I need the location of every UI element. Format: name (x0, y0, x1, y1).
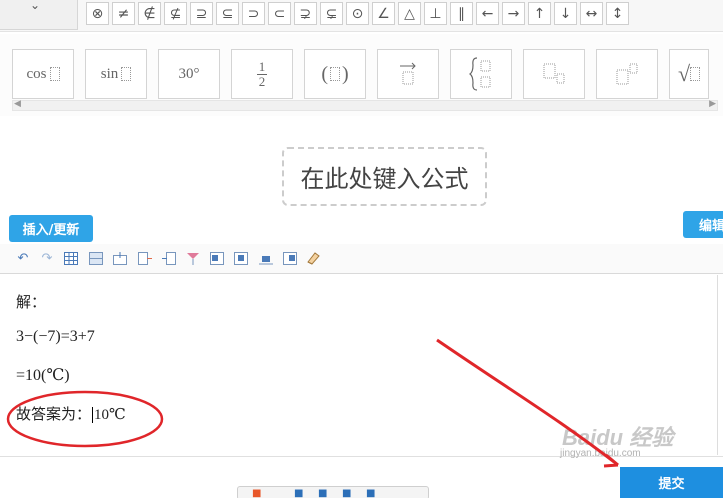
vector-template-button[interactable] (377, 49, 439, 99)
solution-heading: 解： (16, 293, 47, 311)
not-equal-icon[interactable]: ≠ (112, 2, 135, 25)
formula-line-1: 3−(−7)=3+7 (16, 328, 95, 345)
paren-close: ) (342, 62, 349, 85)
symbol-category-tab[interactable]: ⌄ (0, 0, 78, 30)
angle-icon[interactable]: ∠ (372, 2, 395, 25)
taskbar-icon-2[interactable]: ■ (318, 488, 327, 498)
superset-equal-icon[interactable]: ⊇ (190, 2, 213, 25)
template-scrollbar[interactable]: ◀ ▶ (12, 99, 718, 111)
insert-column-icon[interactable] (137, 250, 153, 266)
circled-times-icon[interactable]: ⊗ (86, 2, 109, 25)
circled-dot-icon[interactable]: ⊙ (346, 2, 369, 25)
editor-toolbar: ↶ ↷ (0, 244, 723, 274)
arrow-down-icon[interactable]: ↓ (554, 2, 577, 25)
superset-icon[interactable]: ⊃ (242, 2, 265, 25)
placeholder-box-icon (49, 67, 60, 81)
cos-template-button[interactable]: cos (12, 49, 74, 99)
placeholder-box-icon (330, 67, 340, 81)
arrow-left-icon[interactable]: ← (476, 2, 499, 25)
subset-equal-icon[interactable]: ⊆ (216, 2, 239, 25)
symbol-row: ⊗ ≠ ∉ ⊈ ⊇ ⊆ ⊃ ⊂ ⊋ ⊊ ⊙ ∠ △ ⊥ ∥ ← → ↑ ↓ ↔ ↕ (86, 2, 631, 25)
parallel-icon[interactable]: ∥ (450, 2, 473, 25)
fraction-template-button[interactable]: 1 2 (231, 49, 293, 99)
proper-superset-icon[interactable]: ⊋ (294, 2, 317, 25)
answer-label: 故答案为： (16, 405, 92, 423)
align-bottom-icon[interactable] (258, 250, 274, 266)
placeholder-box-icon (690, 67, 701, 81)
text-caret (92, 406, 94, 423)
redo-icon[interactable]: ↷ (39, 250, 55, 266)
arrow-left-right-icon[interactable]: ↔ (580, 2, 603, 25)
edit-button[interactable]: 编辑 (683, 211, 723, 238)
app-icon[interactable]: ■ (252, 488, 261, 498)
align-center-icon[interactable] (233, 250, 249, 266)
subset-icon[interactable]: ⊂ (268, 2, 291, 25)
perpendicular-icon[interactable]: ⊥ (424, 2, 447, 25)
undo-icon[interactable]: ↶ (15, 250, 31, 266)
degree-template-button[interactable]: 30° (158, 49, 220, 99)
fraction-numerator: 1 (258, 58, 266, 74)
taskbar-icon-3[interactable]: ■ (342, 488, 351, 498)
formula-input[interactable]: 在此处键入公式 (282, 147, 487, 206)
template-row: cos sin 30° 1 2 () √ (12, 49, 709, 99)
not-subset-icon[interactable]: ⊈ (164, 2, 187, 25)
scroll-right-icon[interactable]: ▶ (709, 99, 716, 109)
baidu-watermark: Baidu 经验 jingyan.baidu.com (560, 412, 710, 462)
superscript-icon (616, 63, 638, 85)
watermark-sub: jingyan.baidu.com (560, 448, 641, 459)
insert-row-icon[interactable] (112, 250, 128, 266)
sin-label: sin (100, 65, 119, 82)
taskbar-icon-1[interactable]: ■ (294, 488, 303, 498)
insert-table-icon[interactable] (63, 250, 79, 266)
cos-label: cos (26, 65, 47, 82)
scroll-left-icon[interactable]: ◀ (14, 99, 21, 109)
answer-line: 故答案为： 10℃ (16, 403, 126, 424)
brace-template-button[interactable] (450, 49, 512, 99)
subscript-icon (543, 63, 565, 84)
insert-update-button[interactable]: 插入/更新 (9, 215, 93, 242)
submit-button[interactable]: 提交 (620, 467, 723, 498)
fraction-denominator: 2 (258, 73, 266, 89)
sqrt-icon: √ (677, 61, 691, 86)
template-panel: cos sin 30° 1 2 () √ ◀ ▶ (0, 34, 723, 116)
fraction-icon: 1 2 (257, 58, 267, 89)
not-element-of-icon[interactable]: ∉ (138, 2, 161, 25)
split-cell-icon[interactable] (185, 250, 201, 266)
arrow-up-icon[interactable]: ↑ (528, 2, 551, 25)
table-properties-icon[interactable] (88, 250, 104, 266)
arrow-right-icon[interactable]: → (502, 2, 525, 25)
triangle-icon[interactable]: △ (398, 2, 421, 25)
left-brace-icon (469, 57, 491, 91)
proper-subset-icon[interactable]: ⊊ (320, 2, 343, 25)
arrow-up-down-icon[interactable]: ↕ (606, 2, 629, 25)
delete-column-icon[interactable] (161, 250, 177, 266)
paren-open: ( (321, 62, 328, 85)
sqrt-template-button[interactable]: √ (669, 49, 709, 99)
eraser-icon[interactable] (305, 250, 321, 266)
degree-label: 30° (178, 65, 200, 82)
parentheses-template-button[interactable]: () (304, 49, 366, 99)
taskbar-strip: ■ ■ ■ ■ ■ (237, 486, 429, 498)
taskbar-icon-4[interactable]: ■ (366, 488, 375, 498)
formula-area: 在此处键入公式 (0, 120, 723, 242)
align-left-icon[interactable] (209, 250, 225, 266)
align-right-icon[interactable] (282, 250, 298, 266)
symbol-panel: ⌄ ⊗ ≠ ∉ ⊈ ⊇ ⊆ ⊃ ⊂ ⊋ ⊊ ⊙ ∠ △ ⊥ ∥ ← → ↑ ↓ ↔ ↕ (0, 0, 723, 32)
vector-arrow-icon (400, 62, 416, 85)
chevron-down-icon: ⌄ (30, 0, 41, 12)
answer-value: 10℃ (94, 407, 126, 423)
subscript-template-button[interactable] (523, 49, 585, 99)
placeholder-box-icon (121, 67, 132, 81)
superscript-template-button[interactable] (596, 49, 658, 99)
sin-template-button[interactable]: sin (85, 49, 147, 99)
formula-line-2: =10(℃) (16, 367, 70, 384)
formula-placeholder: 在此处键入公式 (300, 165, 469, 193)
